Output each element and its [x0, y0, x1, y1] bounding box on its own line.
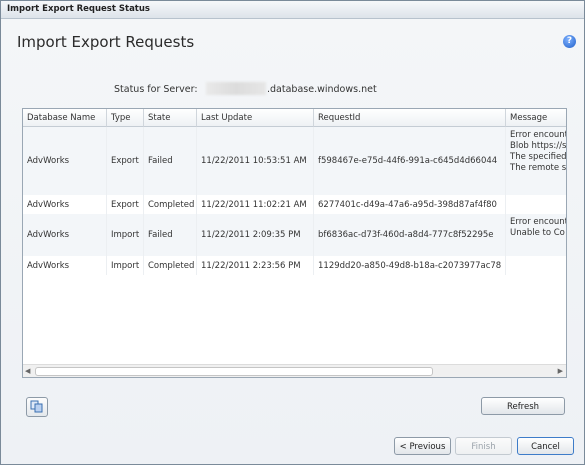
column-header[interactable]: Message: [506, 109, 566, 127]
cell-database: AdvWorks: [23, 195, 107, 214]
cell-request-id: bf6836ac-d73f-460d-a8d4-777c8f52295e: [314, 214, 506, 256]
cell-state: Completed: [144, 195, 197, 214]
cell-state: Completed: [144, 256, 197, 275]
column-header[interactable]: State: [144, 109, 197, 127]
table-row[interactable]: AdvWorks Import Failed 11/22/2011 2:09:35 P…: [23, 214, 566, 256]
scroll-right-icon[interactable]: ▶: [558, 367, 563, 375]
cell-request-id: 1129dd20-a850-49d8-b18a-c2073977ac78: [314, 256, 506, 275]
cell-type: Export: [107, 127, 144, 195]
column-header[interactable]: Type: [107, 109, 144, 127]
window-title: Import Export Request Status: [7, 4, 150, 14]
message-line: Unable to Co: [510, 228, 565, 238]
cell-request-id: 6277401c-d49a-47a6-a95d-398d87af4f80: [314, 195, 506, 214]
table-row[interactable]: AdvWorks Import Completed 11/22/2011 2:23:5…: [23, 256, 566, 275]
cell-last-update: 11/22/2011 11:02:21 AM: [197, 195, 314, 214]
column-header[interactable]: RequestId: [314, 109, 506, 127]
cell-database: AdvWorks: [23, 127, 107, 195]
column-header[interactable]: Last Update: [197, 109, 314, 127]
cell-database: AdvWorks: [23, 214, 107, 256]
help-icon[interactable]: ?: [563, 35, 576, 48]
server-name-redacted: [206, 82, 266, 95]
copy-button[interactable]: [26, 397, 48, 417]
cell-last-update: 11/22/2011 10:53:51 AM: [197, 127, 314, 195]
dialog-window: Import Export Request Status Import Expo…: [0, 0, 585, 465]
cell-last-update: 11/22/2011 2:09:35 PM: [197, 214, 314, 256]
cell-message: [506, 256, 566, 275]
message-line: Error encount: [510, 217, 567, 227]
cell-last-update: 11/22/2011 2:23:56 PM: [197, 256, 314, 275]
message-line: The remote s: [510, 163, 567, 173]
cell-message: [506, 195, 566, 214]
column-header[interactable]: Database Name: [23, 109, 107, 127]
cell-type: Export: [107, 195, 144, 214]
page-title: Import Export Requests: [17, 33, 195, 51]
copy-icon: [30, 400, 43, 413]
cancel-button[interactable]: Cancel: [517, 437, 574, 455]
message-line: Error encount: [510, 130, 567, 140]
cell-request-id: f598467e-e75d-44f6-991a-c645d4d66044: [314, 127, 506, 195]
cell-state: Failed: [144, 214, 197, 256]
message-line: Blob https://s: [510, 141, 567, 151]
cell-state: Failed: [144, 127, 197, 195]
title-bar: Import Export Request Status: [1, 1, 584, 19]
cell-type: Import: [107, 256, 144, 275]
cell-message: Error encount Unable to Co: [506, 214, 567, 256]
table-row[interactable]: AdvWorks Export Completed 11/22/2011 11:02:…: [23, 195, 566, 214]
scroll-left-icon[interactable]: ◀: [25, 367, 30, 375]
cell-type: Import: [107, 214, 144, 256]
table-row[interactable]: AdvWorks Export Failed 11/22/2011 10:53:51 …: [23, 127, 566, 195]
finish-button[interactable]: Finish: [455, 437, 512, 455]
refresh-button[interactable]: Refresh: [481, 397, 565, 415]
cell-message: Error encount Blob https://s The specified…: [506, 127, 567, 195]
status-label: Status for Server:: [114, 84, 198, 95]
cell-database: AdvWorks: [23, 256, 107, 275]
server-name-suffix: .database.windows.net: [267, 84, 377, 95]
requests-grid: Database Name Type State Last Update Request…: [22, 108, 567, 378]
previous-button[interactable]: < Previous: [394, 437, 451, 455]
message-line: The specified: [510, 152, 567, 162]
horizontal-scrollbar[interactable]: ◀ ▶: [23, 364, 566, 377]
scroll-thumb[interactable]: [35, 367, 433, 376]
